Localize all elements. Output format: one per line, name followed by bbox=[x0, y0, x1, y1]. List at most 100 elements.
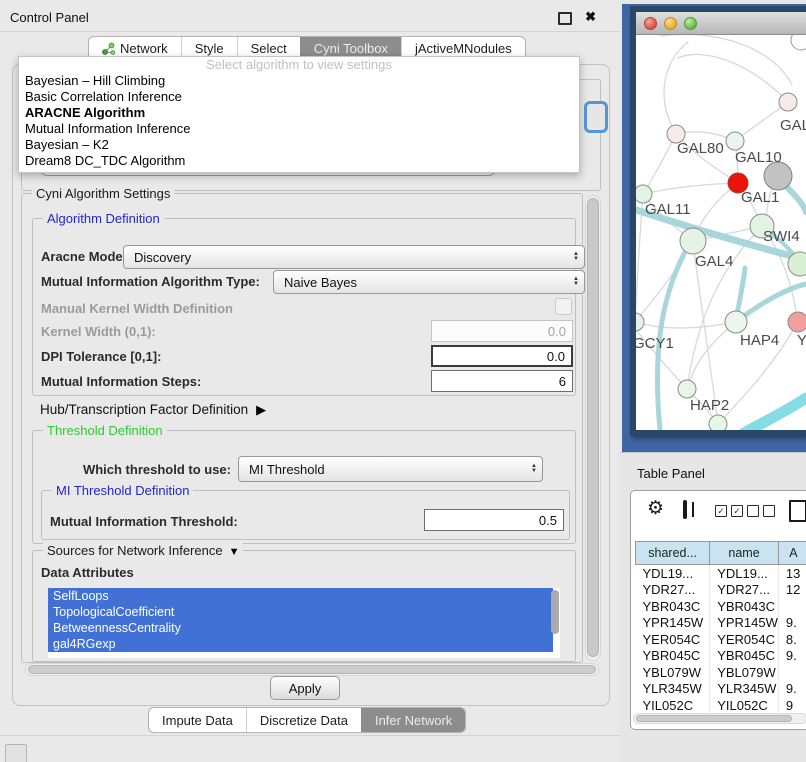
column-header-name[interactable]: name bbox=[710, 542, 779, 565]
sources-title-row[interactable]: Sources for Network Inference▼ bbox=[43, 543, 243, 558]
node-label-hap2: HAP2 bbox=[690, 397, 729, 414]
network-window-titlebar[interactable] bbox=[636, 12, 806, 35]
table-cell: YPR145W bbox=[636, 615, 710, 632]
table-cell bbox=[778, 598, 806, 615]
algorithm-option-bayesian-k2[interactable]: Bayesian – K2 bbox=[19, 137, 579, 153]
settings-horizontal-scrollbar[interactable] bbox=[25, 663, 599, 676]
table-row[interactable]: YLR345WYLR345W9. bbox=[636, 681, 806, 698]
table-cell: 9 bbox=[778, 697, 806, 714]
table-row[interactable]: YIL052CYIL052C9 bbox=[636, 697, 806, 714]
minimize-light[interactable] bbox=[664, 17, 677, 30]
deselect-all-icon[interactable] bbox=[747, 505, 779, 520]
panel-title: Control Panel bbox=[10, 10, 89, 25]
tab-impute-data[interactable]: Impute Data bbox=[149, 708, 246, 732]
network-node[interactable] bbox=[678, 380, 696, 398]
network-node[interactable] bbox=[788, 312, 806, 332]
control-panel: Control Panel ✖ NetworkStyleSelectCyni T… bbox=[0, 5, 620, 736]
algorithm-option-bayesian-hill-climbing[interactable]: Bayesian – Hill Climbing bbox=[19, 73, 579, 89]
dropdown-prompt: Select algorithm to view settings bbox=[19, 57, 579, 73]
network-edge bbox=[744, 398, 806, 430]
kernel-width-field[interactable]: 0.0 bbox=[431, 320, 573, 342]
algorithm-option-dream8-dc-tdc-algorithm[interactable]: Dream8 DC_TDC Algorithm bbox=[19, 153, 579, 169]
gear-icon[interactable]: ⚙ bbox=[647, 499, 664, 519]
network-canvas[interactable]: GAL80GAL10GAL1GAL11SWI4GAL4GCY1HAP4HAP2G… bbox=[636, 35, 806, 430]
table-row[interactable]: YBR043CYBR043C bbox=[636, 598, 806, 615]
mi-threshold-field[interactable]: 0.5 bbox=[424, 509, 564, 531]
tab-infer-network[interactable]: Infer Network bbox=[361, 708, 465, 732]
table-row[interactable]: YPR145WYPR145W9. bbox=[636, 615, 806, 632]
table-cell: YLR345W bbox=[636, 681, 710, 698]
zoom-light[interactable] bbox=[684, 17, 697, 30]
network-node[interactable] bbox=[636, 313, 644, 331]
hub-tf-definition-toggle[interactable]: Hub/Transcription Factor Definition▶ bbox=[40, 402, 266, 418]
hub-tf-definition-label: Hub/Transcription Factor Definition bbox=[40, 402, 248, 417]
network-node[interactable] bbox=[726, 132, 744, 150]
cyni-algorithm-settings-group: Cyni Algorithm Settings Algorithm Defini… bbox=[21, 193, 583, 663]
data-attribute-item[interactable]: SelfLoops bbox=[48, 588, 553, 604]
dropdown-items: Bayesian – Hill ClimbingBasic Correlatio… bbox=[19, 73, 579, 169]
combobox-stepper-fragment[interactable] bbox=[584, 101, 608, 133]
data-attribute-item[interactable]: gal4RGexp bbox=[48, 636, 553, 652]
mi-steps-field[interactable]: 6 bbox=[431, 370, 573, 392]
close-icon[interactable]: ✖ bbox=[585, 9, 596, 25]
table-panel-title: Table Panel bbox=[637, 466, 705, 481]
network-edge bbox=[643, 134, 676, 194]
tab-select-label: Select bbox=[251, 41, 287, 56]
list-scrollbar[interactable] bbox=[551, 590, 559, 634]
node-label-gal: GAL bbox=[780, 117, 806, 134]
close-light[interactable] bbox=[644, 17, 657, 30]
table-row[interactable]: YER054CYER054C8. bbox=[636, 631, 806, 648]
aracne-mode-combobox[interactable]: Discovery ▲▼ bbox=[123, 245, 585, 269]
table-cell: YPR145W bbox=[710, 615, 779, 632]
table-row[interactable]: YDL19...YDL19...13 bbox=[636, 565, 806, 582]
tab-impute-data-label: Impute Data bbox=[162, 713, 233, 728]
kernel-width-label: Kernel Width (0,1): bbox=[41, 324, 156, 339]
network-node[interactable] bbox=[680, 228, 706, 254]
table-row[interactable]: YDR27...YDR27...12 bbox=[636, 582, 806, 599]
network-node[interactable] bbox=[764, 162, 792, 190]
table-horizontal-scrollbar[interactable] bbox=[633, 713, 806, 724]
algorithm-option-aracne-algorithm[interactable]: ARACNE Algorithm bbox=[19, 105, 579, 121]
apply-button[interactable]: Apply bbox=[270, 676, 340, 700]
scrollbar-thumb[interactable] bbox=[587, 198, 599, 657]
which-threshold-combobox[interactable]: MI Threshold ▲▼ bbox=[238, 456, 543, 482]
algorithm-option-mutual-information-inference[interactable]: Mutual Information Inference bbox=[19, 121, 579, 137]
mi-type-value: Naive Bayes bbox=[284, 275, 357, 290]
column-header-a[interactable]: A bbox=[778, 542, 806, 565]
which-threshold-value: MI Threshold bbox=[249, 462, 325, 477]
algorithm-definition-group: Algorithm Definition Aracne Mode: Discov… bbox=[32, 218, 576, 396]
aracne-mode-value: Discovery bbox=[134, 250, 191, 265]
manual-kernel-checkbox[interactable] bbox=[555, 298, 572, 315]
mi-type-combobox[interactable]: Naive Bayes ▲▼ bbox=[273, 270, 585, 294]
network-node[interactable] bbox=[709, 415, 727, 430]
node-label-gal10: GAL10 bbox=[735, 149, 782, 166]
network-node[interactable] bbox=[791, 35, 806, 50]
column-header-shared[interactable]: shared... bbox=[636, 542, 710, 565]
stepper-arrows-icon: ▲▼ bbox=[573, 271, 579, 293]
float-window-icon[interactable] bbox=[558, 12, 572, 25]
split-columns-icon[interactable] bbox=[683, 500, 687, 519]
table-cell: YER054C bbox=[710, 631, 779, 648]
tab-discretize-data[interactable]: Discretize Data bbox=[246, 708, 361, 732]
mi-threshold-value: 0.5 bbox=[539, 513, 557, 528]
scrollbar-thumb[interactable] bbox=[28, 665, 596, 674]
algorithm-option-basic-correlation-inference[interactable]: Basic Correlation Inference bbox=[19, 89, 579, 105]
table-cell: YBR043C bbox=[636, 598, 710, 615]
network-node[interactable] bbox=[725, 311, 747, 333]
app-root: Control Panel ✖ NetworkStyleSelectCyni T… bbox=[0, 0, 806, 762]
network-node[interactable] bbox=[779, 93, 797, 111]
table-cell bbox=[778, 664, 806, 681]
data-attribute-item[interactable]: TopologicalCoefficient bbox=[48, 604, 553, 620]
table-row[interactable]: YBL079WYBL079W bbox=[636, 664, 806, 681]
document-icon[interactable] bbox=[789, 500, 806, 522]
table-cell: YBR045C bbox=[636, 648, 710, 665]
select-all-icon[interactable]: ✓✓ bbox=[715, 505, 747, 520]
node-label-gal11: GAL11 bbox=[645, 201, 691, 218]
settings-vertical-scrollbar[interactable] bbox=[585, 195, 601, 661]
node-label-gcy1: GCY1 bbox=[636, 335, 674, 352]
scrollbar-thumb[interactable] bbox=[636, 715, 792, 722]
table-row[interactable]: YBR045CYBR045C9. bbox=[636, 648, 806, 665]
data-attribute-item[interactable]: BetweennessCentrality bbox=[48, 620, 553, 636]
dpi-tolerance-field[interactable]: 0.0 bbox=[431, 345, 573, 367]
minimized-window-icon[interactable] bbox=[5, 744, 27, 762]
